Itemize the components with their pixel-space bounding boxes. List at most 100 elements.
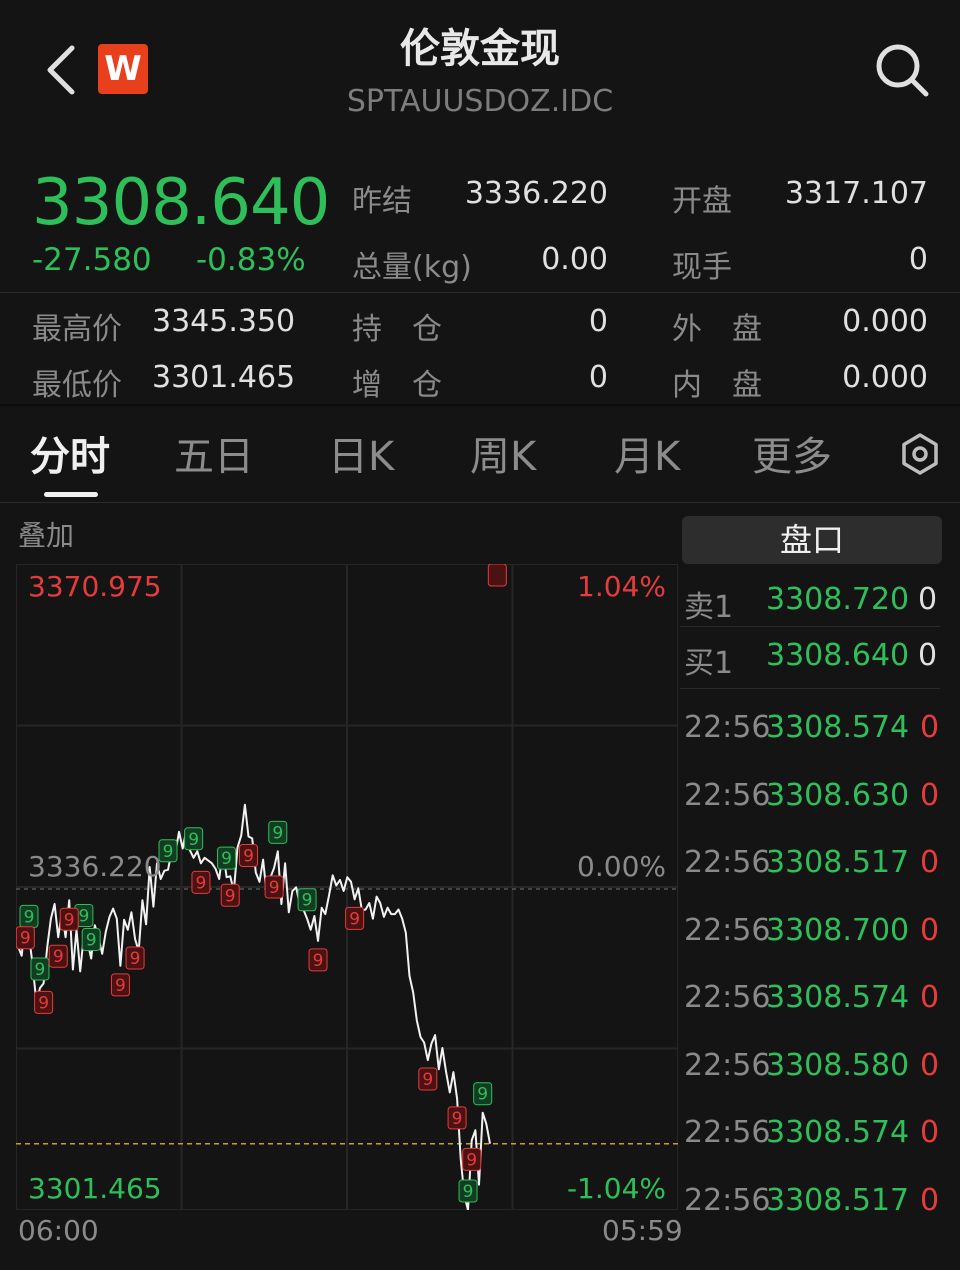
y-mid-label: 3336.220 xyxy=(28,850,162,883)
y-max-label: 3370.975 xyxy=(28,570,162,603)
y-min-label: 3301.465 xyxy=(28,1172,162,1205)
signal-marker-label: 9 xyxy=(64,910,75,930)
intraday-chart[interactable]: 999999999999999999999999999 3370.975 1.0… xyxy=(16,564,678,1210)
signal-marker-label: 9 xyxy=(163,842,174,862)
tick-price: 3308.517 xyxy=(766,845,910,880)
overlay-button[interactable]: 叠加 xyxy=(18,514,74,554)
sell-signal-marker: 9 xyxy=(220,883,240,907)
signal-marker-label: 9 xyxy=(86,930,97,950)
signal-marker-label: 9 xyxy=(243,847,254,867)
signal-marker-label: 9 xyxy=(130,949,141,969)
tick-time: 22:56 xyxy=(684,1115,771,1150)
outer-disk-label: 外 盘 xyxy=(672,312,762,347)
tick-time: 22:56 xyxy=(684,778,771,813)
low-value: 3301.465 xyxy=(152,360,296,395)
tick-volume: 0 xyxy=(920,778,940,813)
sell-signal-marker: 9 xyxy=(239,844,259,868)
signal-marker-label: 9 xyxy=(188,830,199,850)
oi-change-label: 增 仓 xyxy=(352,368,442,403)
ask-label: 卖1 xyxy=(684,590,734,625)
signal-marker-label: 9 xyxy=(20,929,31,949)
x-end-label: 05:59 xyxy=(602,1214,683,1247)
tick-time: 22:56 xyxy=(684,1183,771,1218)
signal-marker-label: 9 xyxy=(313,951,324,971)
sell-signal-marker: 9 xyxy=(110,973,130,997)
price-change-pct: -0.83% xyxy=(196,242,306,278)
buy-signal-marker: 9 xyxy=(458,1179,478,1203)
tab-five-day[interactable]: 五日 xyxy=(174,424,254,482)
bid-volume: 0 xyxy=(918,638,938,673)
tick-price: 3308.574 xyxy=(766,1115,910,1150)
tab-intraday[interactable]: 分时 xyxy=(30,424,110,482)
ask-volume: 0 xyxy=(918,582,938,617)
sell-signal-marker: 9 xyxy=(59,907,79,931)
tick-volume: 0 xyxy=(920,1115,940,1150)
prev-settle-label: 昨结 xyxy=(352,184,412,219)
inner-disk-label: 内 盘 xyxy=(672,368,762,403)
prev-settle-value: 3336.220 xyxy=(464,176,608,211)
y-mid-pct-label: 0.00% xyxy=(577,850,666,883)
x-start-label: 06:00 xyxy=(18,1214,99,1247)
signal-marker-label: 9 xyxy=(196,873,207,893)
tick-time: 22:56 xyxy=(684,980,771,1015)
tick-price: 3308.700 xyxy=(766,913,910,948)
tab-daily-k[interactable]: 日K xyxy=(328,424,394,482)
chart-grid xyxy=(16,564,678,1210)
signal-marker-label: 9 xyxy=(221,849,232,869)
signal-marker-label: 9 xyxy=(78,906,89,926)
sell-signal-marker: 9 xyxy=(345,906,365,930)
sell-signal-marker: 9 xyxy=(487,564,507,587)
signal-marker-label: 9 xyxy=(53,947,64,967)
tick-price: 3308.517 xyxy=(766,1183,910,1218)
tick-price: 3308.574 xyxy=(766,710,910,745)
buy-signal-marker: 9 xyxy=(184,827,204,851)
signal-marker-label: 9 xyxy=(35,960,46,980)
buy-signal-marker: 9 xyxy=(19,904,39,928)
tab-monthly-k[interactable]: 月K xyxy=(614,424,680,482)
symbol-code: SPTAUUSDOZ.IDC xyxy=(346,84,614,119)
signal-marker-label: 9 xyxy=(115,976,126,996)
tab-more[interactable]: 更多 xyxy=(752,424,832,482)
high-value: 3345.350 xyxy=(152,304,296,339)
high-label: 最高价 xyxy=(32,312,122,347)
tick-volume: 0 xyxy=(920,845,940,880)
open-label: 开盘 xyxy=(672,184,732,219)
sell-signal-marker: 9 xyxy=(191,870,211,894)
signal-marker-label: 9 xyxy=(24,907,35,927)
sell-signal-marker: 9 xyxy=(125,946,145,970)
sell-signal-marker: 9 xyxy=(16,926,35,950)
page-title: 伦敦金现 xyxy=(400,26,560,72)
tick-time: 22:56 xyxy=(684,710,771,745)
tick-volume: 0 xyxy=(920,1183,940,1218)
buy-signal-marker: 9 xyxy=(30,957,50,981)
signal-marker-label: 9 xyxy=(302,891,313,911)
tick-time: 22:56 xyxy=(684,913,771,948)
sell-signal-marker: 9 xyxy=(48,944,68,968)
buy-signal-marker: 9 xyxy=(158,839,178,863)
open-interest-label: 持 仓 xyxy=(352,312,442,347)
signal-marker-label: 9 xyxy=(349,909,360,929)
ask-price: 3308.720 xyxy=(766,582,910,617)
tick-volume: 0 xyxy=(920,980,940,1015)
price-change: -27.580 xyxy=(32,242,152,278)
sell-signal-marker: 9 xyxy=(418,1067,438,1091)
sell-signal-marker: 9 xyxy=(462,1147,482,1171)
signal-marker-label: 9 xyxy=(452,1109,463,1129)
divider xyxy=(680,688,940,689)
signal-marker-label: 9 xyxy=(225,886,236,906)
search-icon[interactable] xyxy=(872,40,932,100)
sell-signal-marker: 9 xyxy=(308,948,328,972)
signal-marker-label: 9 xyxy=(269,878,280,898)
y-min-pct-label: -1.04% xyxy=(567,1172,666,1205)
tick-volume: 0 xyxy=(920,913,940,948)
volume-value: 0.00 xyxy=(541,242,608,277)
divider xyxy=(0,292,960,293)
tab-weekly-k[interactable]: 周K xyxy=(470,424,536,482)
signal-marker-label: 9 xyxy=(492,564,503,569)
order-book-tab[interactable]: 盘口 xyxy=(682,516,942,564)
gear-icon[interactable] xyxy=(898,432,942,476)
buy-signal-marker: 9 xyxy=(217,846,237,870)
bid-price: 3308.640 xyxy=(766,638,910,673)
tick-volume: 0 xyxy=(920,1048,940,1083)
divider xyxy=(0,404,960,406)
